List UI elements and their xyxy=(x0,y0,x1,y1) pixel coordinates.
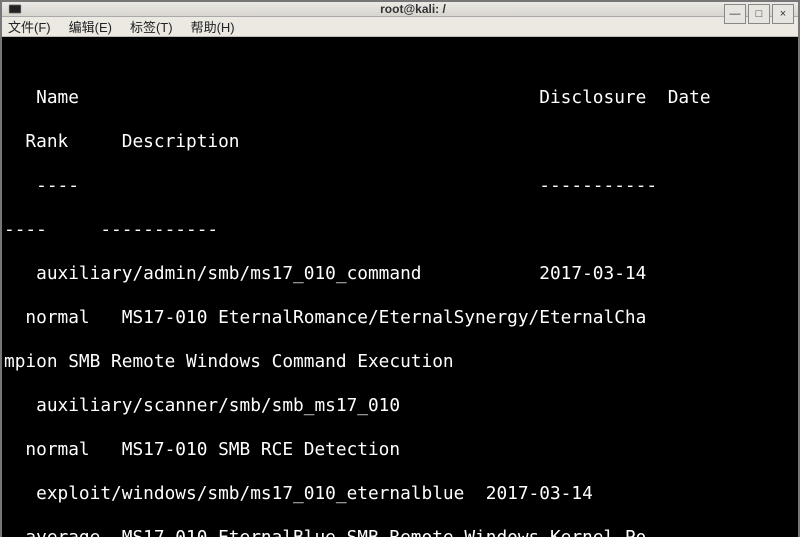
menu-edit[interactable]: 编辑(E) xyxy=(69,17,112,36)
title-bar[interactable]: root@kali: / — □ × xyxy=(2,2,798,17)
terminal-line: exploit/windows/smb/ms17_010_eternalblue… xyxy=(4,483,796,505)
terminal-line: auxiliary/scanner/smb/smb_ms17_010 xyxy=(4,395,796,417)
terminal-line: normal MS17-010 EternalRomance/EternalSy… xyxy=(4,307,796,329)
menu-help[interactable]: 帮助(H) xyxy=(191,17,235,36)
terminal-line: auxiliary/admin/smb/ms17_010_command 201… xyxy=(4,263,796,285)
terminal-line: normal MS17-010 SMB RCE Detection xyxy=(4,439,796,461)
menu-file[interactable]: 文件(F) xyxy=(8,17,51,36)
menu-tabs[interactable]: 标签(T) xyxy=(130,17,173,36)
menu-bar: 文件(F) 编辑(E) 标签(T) 帮助(H) xyxy=(2,17,798,37)
terminal-header-1: Name Disclosure Date xyxy=(4,87,796,109)
window-controls: — □ × xyxy=(724,4,794,24)
minimize-button[interactable]: — xyxy=(724,4,746,24)
terminal-output[interactable]: Name Disclosure Date Rank Description --… xyxy=(2,37,798,537)
window-title: root@kali: / xyxy=(28,2,798,16)
terminal-window: root@kali: / — □ × 文件(F) 编辑(E) 标签(T) 帮助(… xyxy=(0,0,800,537)
terminal-divider-1: ---- ----------- xyxy=(4,175,796,197)
maximize-button[interactable]: □ xyxy=(748,4,770,24)
terminal-header-2: Rank Description xyxy=(4,131,796,153)
app-menu-icon[interactable] xyxy=(2,2,28,16)
terminal-line: average MS17-010 EternalBlue SMB Remote … xyxy=(4,527,796,537)
terminal-divider-2: ---- ----------- xyxy=(4,219,796,241)
terminal-line: mpion SMB Remote Windows Command Executi… xyxy=(4,351,796,373)
close-button[interactable]: × xyxy=(772,4,794,24)
